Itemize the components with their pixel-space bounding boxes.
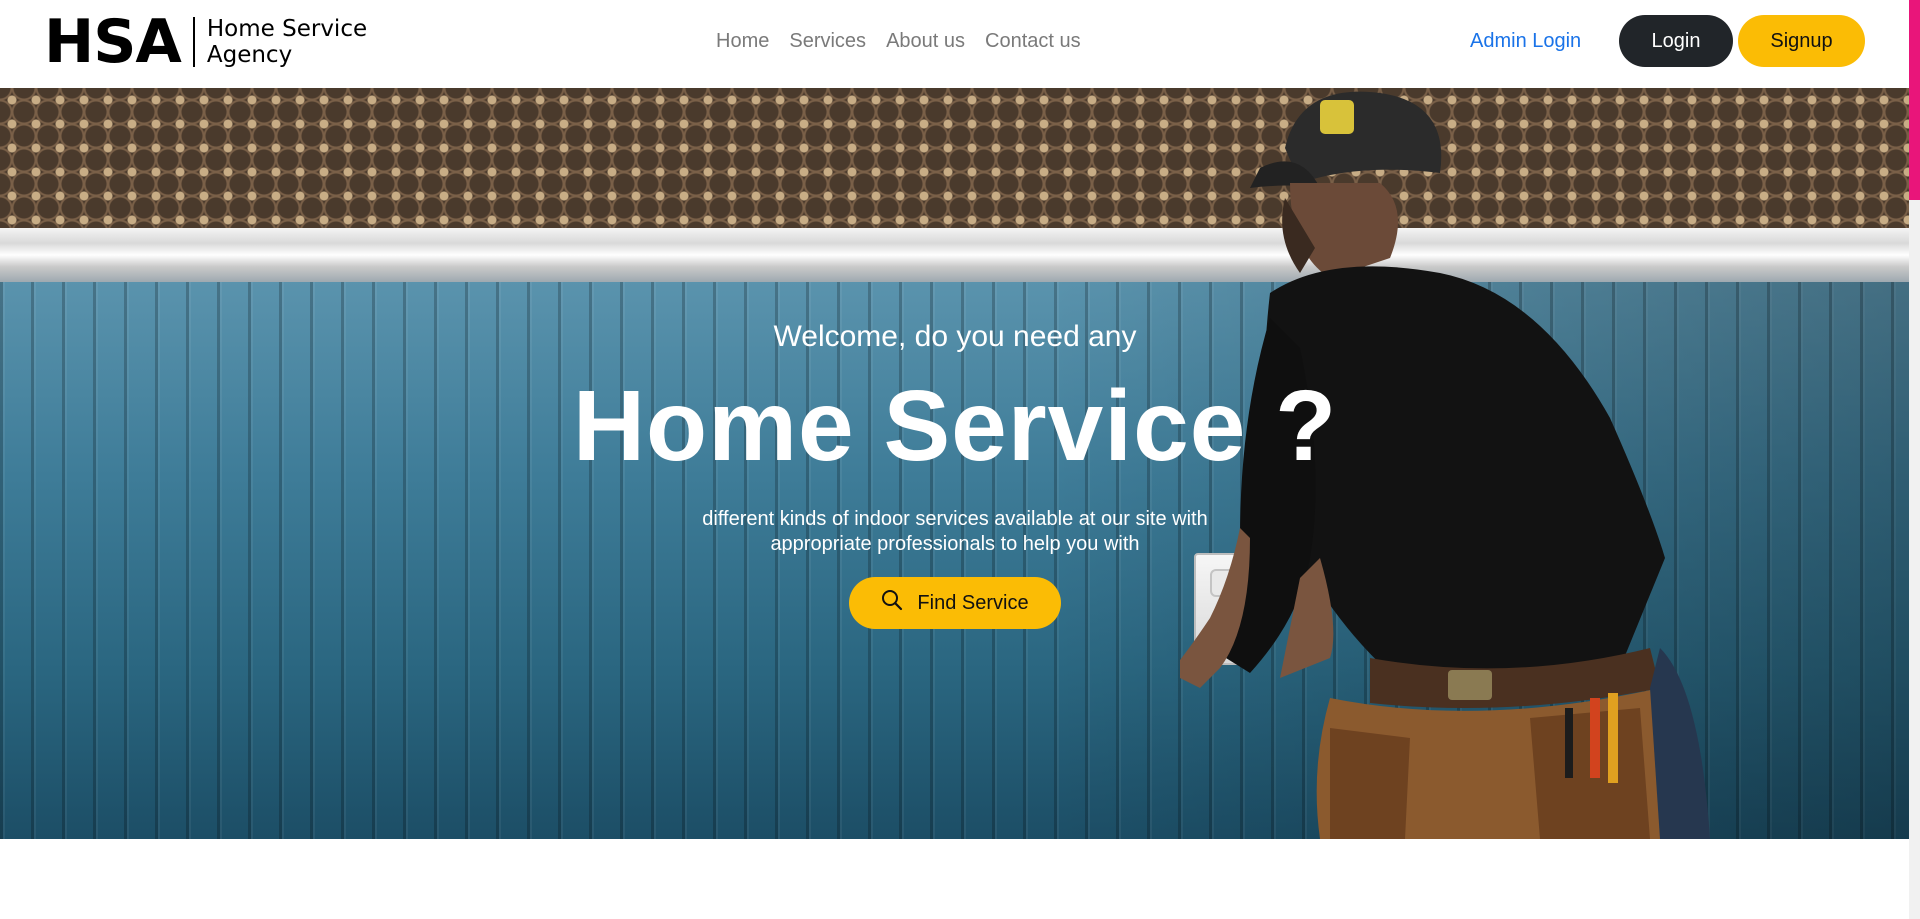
- hero-description-line2: appropriate professionals to help you wi…: [770, 533, 1140, 555]
- brand-mark: HSA: [44, 7, 182, 77]
- hero-copy: Welcome, do you need any Home Service ? …: [0, 88, 1910, 839]
- brand-divider: [192, 17, 195, 67]
- hero-description: different kinds of indoor services avail…: [0, 507, 1910, 557]
- brand-name-line1: Home Service: [206, 16, 368, 42]
- find-service-label: Find Service: [917, 591, 1029, 614]
- hero-title: Home Service ?: [572, 370, 1338, 482]
- brand-name: Home Service Agency: [207, 16, 367, 68]
- nav-services[interactable]: Services: [789, 28, 866, 54]
- admin-login-link[interactable]: Admin Login: [1470, 28, 1581, 54]
- hero-pre-title: Welcome, do you need any: [773, 320, 1137, 353]
- scroll-accent-bar: [1909, 0, 1920, 200]
- search-icon: [881, 589, 903, 617]
- brand-name-line2: Agency: [206, 42, 293, 68]
- scrollbar-track[interactable]: [1909, 200, 1920, 919]
- nav-about-us[interactable]: About us: [886, 28, 965, 54]
- hero-description-line1: different kinds of indoor services avail…: [702, 508, 1208, 530]
- main-nav: Home Services About us Contact us: [716, 28, 1081, 54]
- nav-contact-us[interactable]: Contact us: [985, 28, 1081, 54]
- signup-button[interactable]: Signup: [1738, 15, 1865, 67]
- login-button[interactable]: Login: [1619, 15, 1733, 67]
- hero-banner: Welcome, do you need any Home Service ? …: [0, 88, 1910, 839]
- find-service-button[interactable]: Find Service: [849, 577, 1061, 629]
- brand-logo[interactable]: HSA Home Service Agency: [44, 7, 367, 77]
- nav-home[interactable]: Home: [716, 28, 769, 54]
- navbar: HSA Home Service Agency Home Services Ab…: [0, 0, 1910, 88]
